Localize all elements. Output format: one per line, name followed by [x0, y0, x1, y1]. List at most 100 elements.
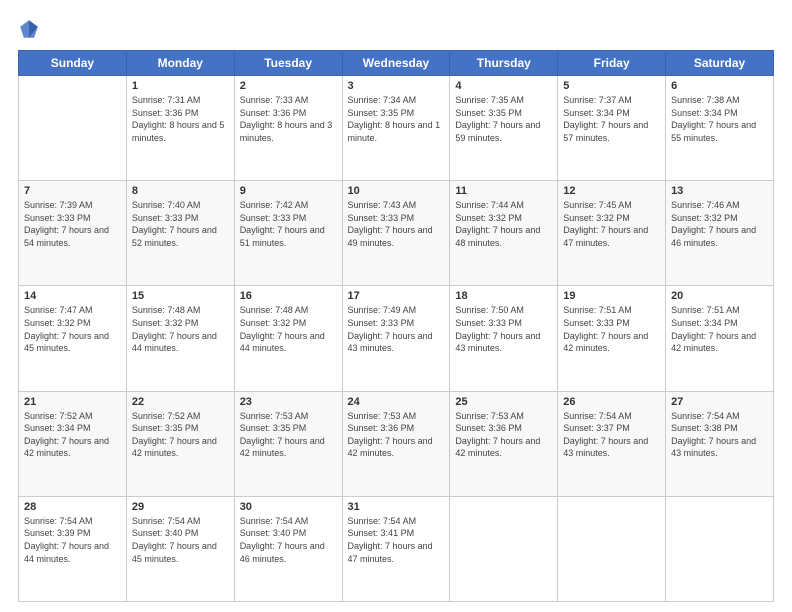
- logo-icon: [18, 18, 40, 40]
- calendar-cell: 1 Sunrise: 7:31 AMSunset: 3:36 PMDaylight…: [126, 76, 234, 181]
- day-info: Sunrise: 7:54 AMSunset: 3:39 PMDaylight:…: [24, 515, 121, 565]
- day-number: 3: [348, 80, 445, 92]
- calendar-cell: [19, 76, 127, 181]
- calendar-cell: 8 Sunrise: 7:40 AMSunset: 3:33 PMDaylight…: [126, 181, 234, 286]
- calendar-cell: 31 Sunrise: 7:54 AMSunset: 3:41 PMDayligh…: [342, 496, 450, 601]
- day-info: Sunrise: 7:48 AMSunset: 3:32 PMDaylight:…: [132, 304, 229, 354]
- day-info: Sunrise: 7:42 AMSunset: 3:33 PMDaylight:…: [240, 199, 337, 249]
- day-info: Sunrise: 7:38 AMSunset: 3:34 PMDaylight:…: [671, 94, 768, 144]
- day-number: 8: [132, 185, 229, 197]
- day-number: 2: [240, 80, 337, 92]
- calendar-cell: 20Sunrise: 7:51 AMSunset: 3:34 PMDayligh…: [666, 286, 774, 391]
- calendar-cell: 28 Sunrise: 7:54 AMSunset: 3:39 PMDayligh…: [19, 496, 127, 601]
- calendar-cell: 16 Sunrise: 7:48 AMSunset: 3:32 PMDayligh…: [234, 286, 342, 391]
- day-number: 19: [563, 290, 660, 302]
- day-number: 28: [24, 501, 121, 513]
- day-info: Sunrise: 7:53 AMSunset: 3:36 PMDaylight:…: [348, 410, 445, 460]
- calendar-cell: 4Sunrise: 7:35 AMSunset: 3:35 PMDaylight…: [450, 76, 558, 181]
- day-number: 12: [563, 185, 660, 197]
- day-number: 14: [24, 290, 121, 302]
- calendar-cell: 18Sunrise: 7:50 AMSunset: 3:33 PMDayligh…: [450, 286, 558, 391]
- day-number: 11: [455, 185, 552, 197]
- day-number: 13: [671, 185, 768, 197]
- calendar-cell: 11 Sunrise: 7:44 AMSunset: 3:32 PMDayligh…: [450, 181, 558, 286]
- calendar-week-row: 28 Sunrise: 7:54 AMSunset: 3:39 PMDayligh…: [19, 496, 774, 601]
- day-number: 26: [563, 396, 660, 408]
- day-info: Sunrise: 7:48 AMSunset: 3:32 PMDaylight:…: [240, 304, 337, 354]
- weekday-header: Wednesday: [342, 51, 450, 76]
- calendar-cell: 3Sunrise: 7:34 AMSunset: 3:35 PMDaylight…: [342, 76, 450, 181]
- calendar-cell: 6 Sunrise: 7:38 AMSunset: 3:34 PMDaylight…: [666, 76, 774, 181]
- day-info: Sunrise: 7:37 AMSunset: 3:34 PMDaylight:…: [563, 94, 660, 144]
- day-number: 6: [671, 80, 768, 92]
- day-number: 31: [348, 501, 445, 513]
- day-number: 25: [455, 396, 552, 408]
- weekday-header: Sunday: [19, 51, 127, 76]
- day-info: Sunrise: 7:50 AMSunset: 3:33 PMDaylight:…: [455, 304, 552, 354]
- day-info: Sunrise: 7:54 AMSunset: 3:40 PMDaylight:…: [132, 515, 229, 565]
- day-info: Sunrise: 7:43 AMSunset: 3:33 PMDaylight:…: [348, 199, 445, 249]
- weekday-header: Saturday: [666, 51, 774, 76]
- calendar-cell: 26 Sunrise: 7:54 AMSunset: 3:37 PMDayligh…: [558, 391, 666, 496]
- day-number: 16: [240, 290, 337, 302]
- page: SundayMondayTuesdayWednesdayThursdayFrid…: [0, 0, 792, 612]
- day-number: 21: [24, 396, 121, 408]
- calendar-cell: 19 Sunrise: 7:51 AMSunset: 3:33 PMDayligh…: [558, 286, 666, 391]
- day-info: Sunrise: 7:51 AMSunset: 3:34 PMDaylight:…: [671, 304, 768, 354]
- calendar-cell: [666, 496, 774, 601]
- calendar-week-row: 7Sunrise: 7:39 AMSunset: 3:33 PMDaylight…: [19, 181, 774, 286]
- calendar-header-row: SundayMondayTuesdayWednesdayThursdayFrid…: [19, 51, 774, 76]
- day-info: Sunrise: 7:54 AMSunset: 3:37 PMDaylight:…: [563, 410, 660, 460]
- day-number: 10: [348, 185, 445, 197]
- calendar-cell: 13 Sunrise: 7:46 AMSunset: 3:32 PMDayligh…: [666, 181, 774, 286]
- day-info: Sunrise: 7:54 AMSunset: 3:41 PMDaylight:…: [348, 515, 445, 565]
- calendar-week-row: 1 Sunrise: 7:31 AMSunset: 3:36 PMDaylight…: [19, 76, 774, 181]
- day-info: Sunrise: 7:49 AMSunset: 3:33 PMDaylight:…: [348, 304, 445, 354]
- day-info: Sunrise: 7:53 AMSunset: 3:36 PMDaylight:…: [455, 410, 552, 460]
- day-number: 15: [132, 290, 229, 302]
- day-number: 1: [132, 80, 229, 92]
- calendar-week-row: 21 Sunrise: 7:52 AMSunset: 3:34 PMDayligh…: [19, 391, 774, 496]
- day-number: 9: [240, 185, 337, 197]
- calendar-cell: 12Sunrise: 7:45 AMSunset: 3:32 PMDayligh…: [558, 181, 666, 286]
- day-info: Sunrise: 7:46 AMSunset: 3:32 PMDaylight:…: [671, 199, 768, 249]
- calendar-week-row: 14 Sunrise: 7:47 AMSunset: 3:32 PMDayligh…: [19, 286, 774, 391]
- day-info: Sunrise: 7:44 AMSunset: 3:32 PMDaylight:…: [455, 199, 552, 249]
- day-number: 7: [24, 185, 121, 197]
- calendar-cell: 2 Sunrise: 7:33 AMSunset: 3:36 PMDaylight…: [234, 76, 342, 181]
- day-number: 27: [671, 396, 768, 408]
- calendar-cell: 30 Sunrise: 7:54 AMSunset: 3:40 PMDayligh…: [234, 496, 342, 601]
- day-info: Sunrise: 7:53 AMSunset: 3:35 PMDaylight:…: [240, 410, 337, 460]
- day-info: Sunrise: 7:31 AMSunset: 3:36 PMDaylight:…: [132, 94, 229, 144]
- day-number: 24: [348, 396, 445, 408]
- calendar-cell: 17 Sunrise: 7:49 AMSunset: 3:33 PMDayligh…: [342, 286, 450, 391]
- day-number: 17: [348, 290, 445, 302]
- day-info: Sunrise: 7:47 AMSunset: 3:32 PMDaylight:…: [24, 304, 121, 354]
- day-info: Sunrise: 7:40 AMSunset: 3:33 PMDaylight:…: [132, 199, 229, 249]
- header: [18, 18, 774, 40]
- calendar-cell: [450, 496, 558, 601]
- calendar-cell: 21 Sunrise: 7:52 AMSunset: 3:34 PMDayligh…: [19, 391, 127, 496]
- day-number: 23: [240, 396, 337, 408]
- day-number: 5: [563, 80, 660, 92]
- day-info: Sunrise: 7:33 AMSunset: 3:36 PMDaylight:…: [240, 94, 337, 144]
- calendar-table: SundayMondayTuesdayWednesdayThursdayFrid…: [18, 50, 774, 602]
- day-number: 29: [132, 501, 229, 513]
- day-number: 30: [240, 501, 337, 513]
- day-info: Sunrise: 7:52 AMSunset: 3:35 PMDaylight:…: [132, 410, 229, 460]
- day-number: 4: [455, 80, 552, 92]
- calendar-cell: 10 Sunrise: 7:43 AMSunset: 3:33 PMDayligh…: [342, 181, 450, 286]
- calendar-cell: 25 Sunrise: 7:53 AMSunset: 3:36 PMDayligh…: [450, 391, 558, 496]
- calendar-cell: 27 Sunrise: 7:54 AMSunset: 3:38 PMDayligh…: [666, 391, 774, 496]
- day-info: Sunrise: 7:54 AMSunset: 3:38 PMDaylight:…: [671, 410, 768, 460]
- weekday-header: Thursday: [450, 51, 558, 76]
- day-info: Sunrise: 7:54 AMSunset: 3:40 PMDaylight:…: [240, 515, 337, 565]
- day-info: Sunrise: 7:52 AMSunset: 3:34 PMDaylight:…: [24, 410, 121, 460]
- logo: [18, 18, 43, 40]
- weekday-header: Tuesday: [234, 51, 342, 76]
- calendar-cell: 5 Sunrise: 7:37 AMSunset: 3:34 PMDaylight…: [558, 76, 666, 181]
- day-info: Sunrise: 7:51 AMSunset: 3:33 PMDaylight:…: [563, 304, 660, 354]
- calendar-cell: 15 Sunrise: 7:48 AMSunset: 3:32 PMDayligh…: [126, 286, 234, 391]
- calendar-cell: 9 Sunrise: 7:42 AMSunset: 3:33 PMDaylight…: [234, 181, 342, 286]
- day-number: 22: [132, 396, 229, 408]
